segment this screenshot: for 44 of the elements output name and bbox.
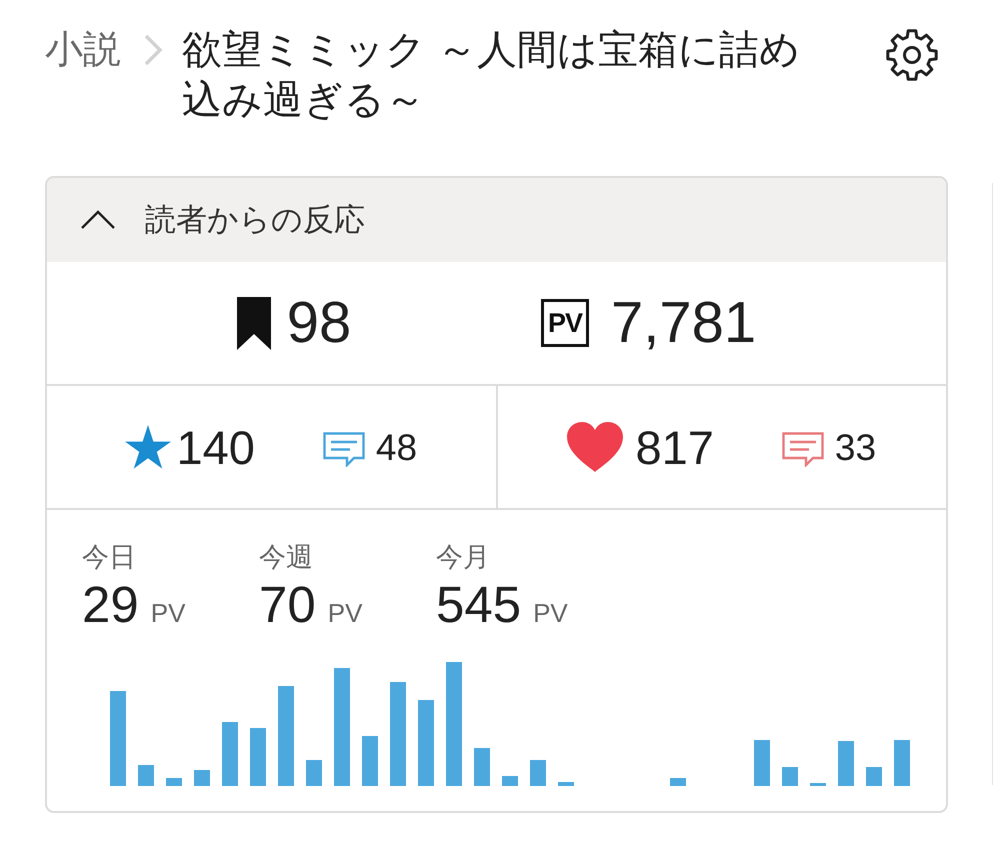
page-view-bar [502, 776, 518, 786]
reactions-toggle[interactable]: 読者からの反応 [47, 178, 946, 262]
page-view-bar [362, 736, 378, 786]
page-view-badge: PV [541, 299, 590, 347]
settings-icon[interactable] [884, 27, 940, 83]
page-view-bar [166, 778, 182, 786]
comment-count: 33 [834, 428, 876, 466]
comment-icon [782, 432, 824, 466]
period-label: 今週 [259, 541, 313, 573]
page-view-bar [754, 740, 770, 786]
page-view-bar [838, 741, 854, 786]
breadcrumb-link[interactable]: 小説 [45, 25, 121, 75]
page-view-count: 7,781 [611, 294, 756, 352]
page-view-bar [194, 770, 210, 786]
page-view-total: 29 [82, 577, 139, 633]
period-label: 今月 [436, 541, 490, 573]
page-view-bar [782, 767, 798, 786]
page-view-bar [894, 740, 910, 786]
bookmark-count: 98 [286, 294, 352, 352]
page-view-bar [558, 782, 574, 786]
unit-label: PV [328, 598, 362, 629]
page-view-bar [306, 760, 322, 786]
unit-label: PV [150, 598, 186, 629]
page-view-total: 70 [259, 577, 316, 633]
page-view-total: 545 [436, 577, 522, 633]
page-view-bar [530, 760, 546, 786]
unit-label: PV [533, 598, 568, 629]
bookmark-icon [236, 296, 271, 350]
page-view-bar [810, 783, 826, 786]
page-view-bar [866, 767, 882, 786]
heart-icon [567, 422, 624, 472]
page-view-bar [670, 778, 686, 786]
page-view-bar [250, 728, 266, 786]
comment-icon [322, 432, 365, 466]
star-count: 140 [176, 424, 255, 470]
heart-count: 817 [635, 424, 714, 470]
comment-count: 48 [376, 428, 418, 466]
page-view-bar [138, 765, 154, 786]
period-label: 今日 [82, 541, 136, 573]
star-icon [125, 425, 172, 469]
page-view-bar [222, 722, 238, 786]
novel-title: 欲望ミミック ～人間は宝箱に詰め込み過ぎる～ [182, 27, 802, 124]
chevron-icon [143, 33, 163, 67]
page-view-bar [474, 748, 490, 786]
